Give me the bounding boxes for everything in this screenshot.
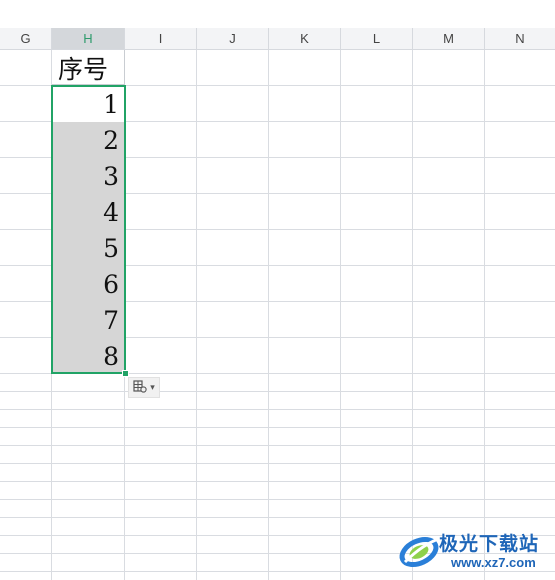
- column-header-l[interactable]: L: [341, 28, 413, 49]
- cell-h5[interactable]: 3: [52, 158, 125, 194]
- cell-h3[interactable]: 1: [52, 86, 125, 122]
- watermark-logo: 极光下载站 www.xz7.com: [397, 526, 552, 574]
- clipboard-table-icon: [133, 379, 147, 396]
- cell-h4[interactable]: 2: [52, 122, 125, 158]
- column-header-i[interactable]: I: [125, 28, 197, 49]
- watermark-url: www.xz7.com: [451, 555, 536, 570]
- paste-options-button[interactable]: ▾: [128, 377, 160, 398]
- column-header-row: G H I J K L M N: [0, 28, 555, 50]
- watermark-title: 极光下载站: [439, 533, 540, 555]
- cell-h8[interactable]: 6: [52, 266, 125, 302]
- cell-h6[interactable]: 4: [52, 194, 125, 230]
- cell-h7[interactable]: 5: [52, 230, 125, 266]
- aurora-logo-icon: [399, 536, 442, 568]
- column-header-j[interactable]: J: [197, 28, 269, 49]
- column-header-n[interactable]: N: [485, 28, 555, 49]
- column-header-m[interactable]: M: [413, 28, 485, 49]
- chevron-down-icon: ▾: [150, 382, 155, 393]
- column-header-h[interactable]: H: [52, 28, 125, 49]
- column-header-g[interactable]: G: [0, 28, 52, 49]
- fill-handle[interactable]: [122, 370, 129, 377]
- top-strip: [0, 0, 555, 20]
- header-cell-serial-number[interactable]: 序号: [52, 50, 125, 85]
- cell-h9[interactable]: 7: [52, 302, 125, 338]
- cell-h10[interactable]: 8: [52, 338, 125, 374]
- column-header-k[interactable]: K: [269, 28, 341, 49]
